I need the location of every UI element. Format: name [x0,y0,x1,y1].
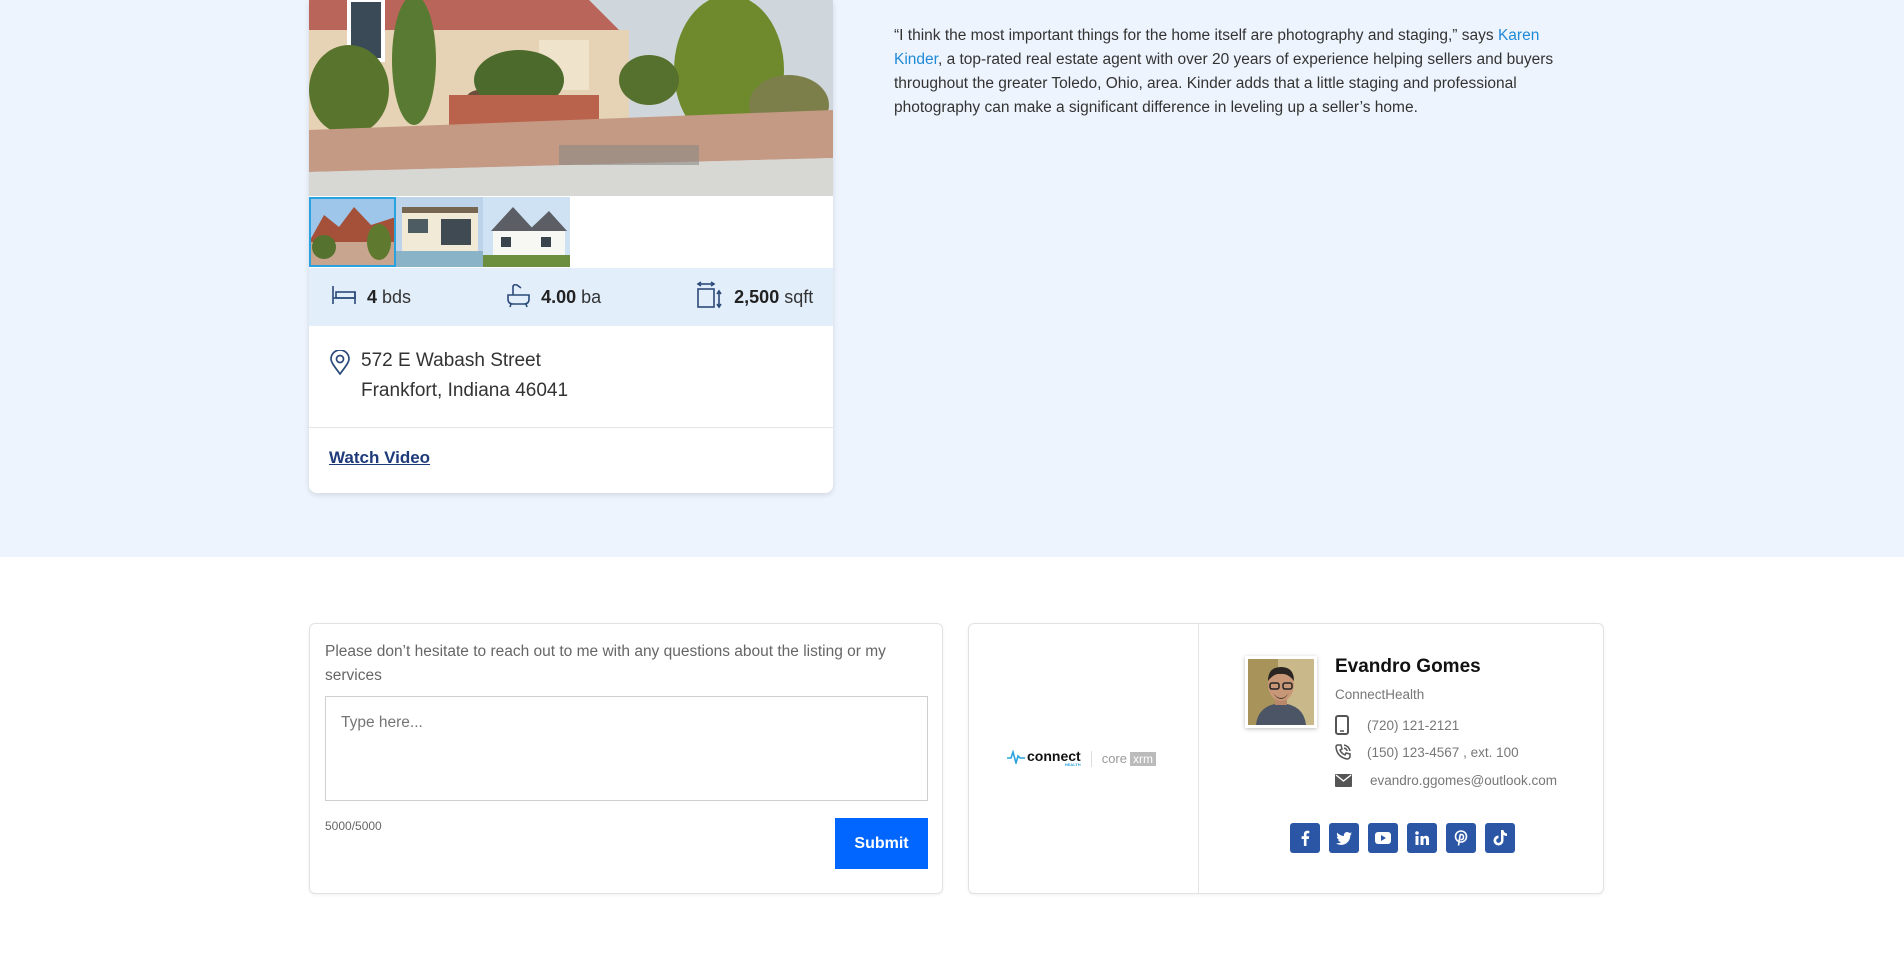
contact-form-card: Please don’t hesitate to reach out to me… [309,623,943,894]
agent-name: Evandro Gomes [1335,656,1481,677]
logo-core-text: core [1101,751,1127,766]
agent-quote: “I think the most important things for t… [894,24,1570,120]
agent-company: ConnectHealth [1335,687,1425,702]
mobile-phone-icon [1335,715,1367,735]
area-unit: sqft [784,286,814,307]
email-icon [1335,774,1370,787]
address-line-1: 572 E Wabash Street [361,350,541,371]
quote-text-before: “I think the most important things for t… [894,27,1498,44]
brand-logos: connect HEALTH core xrm [1007,748,1156,767]
area-icon [696,280,724,314]
logo-connect-sub: HEALTH [1064,762,1081,767]
listing-address: 572 E Wabash Street Frankfort, Indiana 4… [329,346,568,406]
beds-unit: bds [382,286,412,307]
pinterest-icon[interactable] [1446,823,1476,853]
mobile-phone-number: (720) 121-2121 [1367,717,1460,733]
quote-text-after: , a top-rated real estate agent with ove… [894,51,1554,116]
baths-spec: 4.00 ba [505,282,601,313]
bed-icon [331,284,357,311]
logo-connect-text: connect [1027,748,1081,764]
map-pin-icon [329,349,351,406]
email-address: evandro.ggomes@outlook.com [1370,773,1558,788]
youtube-icon[interactable] [1368,823,1398,853]
office-phone-number: (150) 123-4567 , ext. 100 [1367,744,1519,760]
facebook-icon[interactable] [1290,823,1320,853]
photo-thumbnails [309,197,570,267]
area-value: 2,500 [734,286,780,307]
listing-specs-bar: 4 bds 4.00 ba 2,500 sqft [309,268,833,326]
linkedin-icon[interactable] [1407,823,1437,853]
mobile-phone-row[interactable]: (720) 121-2121 [1335,715,1459,735]
character-counter: 5000/5000 [325,819,382,833]
listing-main-photo[interactable] [309,0,833,196]
message-textarea[interactable] [325,696,928,801]
area-spec: 2,500 sqft [696,280,814,314]
core-xrm-logo: core xrm [1102,751,1156,766]
logo-separator [1090,750,1092,767]
tiktok-icon[interactable] [1485,823,1515,853]
contact-form-intro: Please don’t hesitate to reach out to me… [325,643,886,684]
beds-spec: 4 bds [331,284,411,311]
submit-button[interactable]: Submit [835,818,928,869]
thumbnail-1[interactable] [309,197,396,267]
heartbeat-icon [1007,749,1025,767]
address-line-2: Frankfort, Indiana 46041 [361,380,569,401]
thumbnail-3[interactable] [483,197,570,267]
watch-video-link[interactable]: Watch Video [329,448,430,468]
agent-card-divider [1198,624,1199,893]
agent-card: connect HEALTH core xrm Evandro Gomes Co… [968,623,1604,894]
connect-health-logo: connect HEALTH [1007,748,1081,767]
agent-avatar [1245,656,1317,728]
listing-card: 4 bds 4.00 ba 2,500 sqft 572 E Wabash St… [309,0,833,493]
social-links [1290,823,1515,853]
email-row[interactable]: evandro.ggomes@outlook.com [1335,773,1557,788]
thumbnail-2[interactable] [396,197,483,267]
office-phone-row[interactable]: (150) 123-4567 , ext. 100 [1335,744,1519,760]
twitter-icon[interactable] [1329,823,1359,853]
baths-unit: ba [581,286,602,307]
logo-xrm-text: xrm [1129,751,1156,766]
bathtub-icon [505,282,531,313]
beds-value: 4 [367,286,378,307]
office-phone-icon [1335,744,1367,760]
baths-value: 4.00 [541,286,577,307]
card-divider [309,427,833,428]
